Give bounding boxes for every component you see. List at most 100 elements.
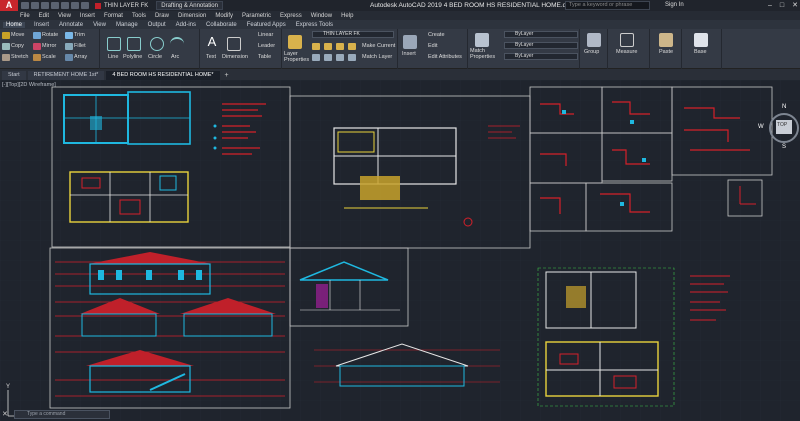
new-icon[interactable] — [21, 2, 29, 9]
layer-tool-icon[interactable] — [324, 54, 332, 61]
command-line-input[interactable]: Type a command — [14, 410, 110, 419]
file-tab-retirement-home[interactable]: RETIREMENT HOME 1st* — [27, 71, 105, 80]
tab-insert[interactable]: Insert — [33, 22, 50, 28]
stretch-button[interactable]: Stretch — [11, 54, 28, 60]
linetype-dropdown[interactable]: ByLayer — [504, 42, 578, 49]
tab-express-tools[interactable]: Express Tools — [295, 22, 334, 28]
open-icon[interactable] — [31, 2, 39, 9]
minimize-icon[interactable]: – — [768, 0, 772, 11]
match-properties-button[interactable]: Match Properties — [470, 48, 498, 60]
tab-home[interactable]: Home — [3, 21, 26, 28]
dimension-button[interactable]: Dimension — [222, 54, 248, 60]
menu-window[interactable]: Window — [311, 13, 332, 19]
menu-file[interactable]: File — [20, 13, 30, 19]
layer-tool-icon[interactable] — [312, 54, 320, 61]
insert-block-icon — [403, 35, 417, 49]
layer-tool-icon[interactable] — [348, 54, 356, 61]
viewport-controls-label[interactable]: [-][Top][2D Wireframe] — [2, 82, 56, 88]
sign-in-link[interactable]: Sign In — [665, 0, 684, 11]
viewcube[interactable]: TOP N W S — [758, 94, 800, 158]
menu-insert[interactable]: Insert — [80, 13, 95, 19]
menu-express[interactable]: Express — [280, 13, 302, 19]
polyline-icon — [127, 37, 141, 51]
maximize-icon[interactable]: □ — [780, 0, 784, 11]
array-button[interactable]: Array — [74, 54, 87, 60]
group-button[interactable]: Group — [584, 49, 599, 55]
layer-properties-button[interactable]: Layer Properties — [284, 51, 309, 63]
menu-format[interactable]: Format — [104, 13, 123, 19]
scale-button[interactable]: Scale — [42, 54, 56, 60]
text-button[interactable]: Text — [206, 54, 216, 60]
circle-button[interactable]: Circle — [148, 54, 162, 60]
mirror-button[interactable]: Mirror — [42, 43, 56, 49]
rotate-button[interactable]: Rotate — [42, 32, 58, 38]
viewcube-north[interactable]: N — [782, 104, 786, 110]
arc-button[interactable]: Arc — [171, 54, 179, 60]
layer-tool-icon[interactable] — [312, 43, 320, 50]
file-tab-start[interactable]: Start — [2, 71, 26, 80]
layers-panel: Layer Properties THIN LAYER FK Make Curr… — [282, 29, 398, 69]
save-icon[interactable] — [41, 2, 49, 9]
table-button[interactable]: Table — [258, 54, 271, 60]
edit-block-button[interactable]: Edit — [428, 43, 437, 49]
tab-add-ins[interactable]: Add-ins — [175, 22, 197, 28]
saveas-icon[interactable] — [51, 2, 59, 9]
stretch-icon — [2, 54, 10, 61]
drawing-viewport[interactable]: Y [-][Top][2D Wireframe] TOP N W S ✕ Typ… — [0, 80, 800, 421]
workspace-dropdown[interactable]: Drafting & Annotation — [156, 1, 223, 10]
match-layer-button[interactable]: Match Layer — [362, 54, 392, 60]
viewcube-west[interactable]: W — [758, 124, 764, 130]
linear-button[interactable]: Linear — [258, 32, 273, 38]
file-tab-4-bed-room[interactable]: 4 BED ROOM HS RESIDENTIAL HOME* — [106, 71, 220, 80]
copy-button[interactable]: Copy — [11, 43, 24, 49]
paste-button[interactable]: Paste — [659, 49, 673, 55]
menu-dimension[interactable]: Dimension — [178, 13, 206, 19]
insert-button[interactable]: Insert — [402, 51, 416, 57]
polyline-button[interactable]: Polyline — [123, 54, 142, 60]
viewcube-top[interactable]: TOP — [777, 122, 787, 128]
layer-indicator[interactable]: THIN LAYER FK — [95, 2, 148, 9]
undo-icon[interactable] — [71, 2, 79, 9]
layer-tool-icon[interactable] — [336, 54, 344, 61]
create-block-button[interactable]: Create — [428, 32, 445, 38]
tab-collaborate[interactable]: Collaborate — [205, 22, 238, 28]
leader-button[interactable]: Leader — [258, 43, 275, 49]
edit-attributes-button[interactable]: Edit Attributes — [428, 54, 462, 60]
redo-icon[interactable] — [81, 2, 89, 9]
drawing-canvas[interactable]: Y — [0, 80, 800, 421]
layer-tool-icon[interactable] — [348, 43, 356, 50]
layer-tool-icon[interactable] — [336, 43, 344, 50]
layer-tool-icon[interactable] — [324, 43, 332, 50]
menu-modify[interactable]: Modify — [215, 13, 233, 19]
make-current-button[interactable]: Make Current — [362, 43, 395, 49]
move-button[interactable]: Move — [11, 32, 24, 38]
color-dropdown[interactable]: ByLayer — [504, 31, 578, 38]
plot-icon[interactable] — [61, 2, 69, 9]
file-tabs: Start RETIREMENT HOME 1st* 4 BED ROOM HS… — [0, 69, 800, 80]
menu-draw[interactable]: Draw — [155, 13, 169, 19]
viewcube-south[interactable]: S — [782, 144, 786, 150]
measure-button[interactable]: Measure — [616, 49, 637, 55]
trim-button[interactable]: Trim — [74, 32, 85, 38]
line-button[interactable]: Line — [108, 54, 118, 60]
menu-view[interactable]: View — [58, 13, 71, 19]
tab-view[interactable]: View — [92, 22, 107, 28]
layer-dropdown[interactable]: THIN LAYER FK — [312, 31, 394, 38]
fillet-button[interactable]: Fillet — [74, 43, 86, 49]
tab-manage[interactable]: Manage — [115, 22, 139, 28]
search-input[interactable]: Type a keyword or phrase — [565, 1, 650, 10]
tab-annotate[interactable]: Annotate — [58, 22, 84, 28]
menu-parametric[interactable]: Parametric — [242, 13, 271, 19]
close-icon[interactable]: ✕ — [792, 0, 798, 11]
menu-edit[interactable]: Edit — [39, 13, 49, 19]
close-command-icon[interactable]: ✕ — [2, 410, 8, 418]
new-tab-icon[interactable]: + — [222, 71, 232, 80]
tab-output[interactable]: Output — [147, 22, 167, 28]
menu-help[interactable]: Help — [341, 13, 353, 19]
annotation-panel: A Text Dimension Linear Leader Table — [200, 29, 282, 69]
base-button[interactable]: Base — [694, 49, 707, 55]
menu-tools[interactable]: Tools — [132, 13, 146, 19]
lineweight-dropdown[interactable]: ByLayer — [504, 53, 578, 60]
autocad-logo-icon[interactable]: A — [0, 0, 18, 11]
tab-featured-apps[interactable]: Featured Apps — [246, 22, 287, 28]
